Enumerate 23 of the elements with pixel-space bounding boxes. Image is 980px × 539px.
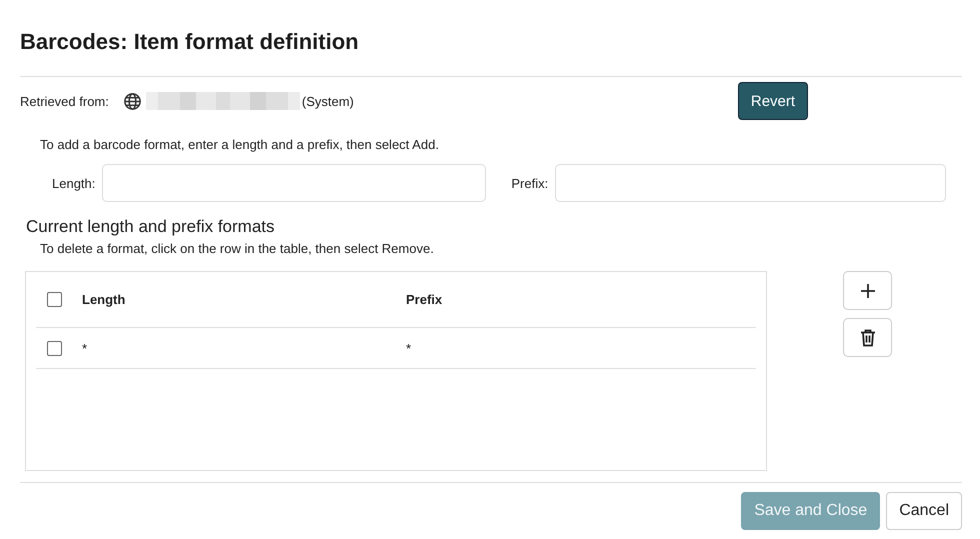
field-label: Prefix:: [511, 176, 548, 190]
field-label: Length:: [52, 176, 96, 190]
dialog-title: Barcodes: Item format definition: [20, 28, 360, 56]
remove-button[interactable]: [843, 318, 892, 357]
section-heading: Current length and prefix formats: [26, 217, 276, 238]
input-field[interactable]: [102, 164, 486, 202]
add-instruction: To add a barcode format, enter a length and a prefix, then select Add.: [40, 137, 440, 154]
revert-button[interactable]: Revert: [738, 82, 808, 120]
plus-icon: [860, 282, 876, 298]
cancel-button[interactable]: Cancel: [886, 492, 962, 530]
input-field[interactable]: [555, 164, 946, 202]
column-header: Length: [82, 292, 126, 307]
source-suffix: (System): [302, 94, 354, 108]
table-cell: *: [406, 340, 412, 356]
delete-instruction: To delete a format, click on the row in the table, then select Remove.: [40, 241, 435, 258]
add-button[interactable]: [843, 271, 892, 310]
trash-icon: [860, 328, 876, 346]
table-cell-text: *: [82, 340, 88, 356]
checkbox[interactable]: [47, 292, 62, 307]
column-header: Prefix: [406, 292, 442, 307]
globe-icon: [122, 92, 142, 110]
checkbox[interactable]: [47, 340, 62, 356]
retrieved-label: Retrieved from:: [20, 94, 109, 108]
